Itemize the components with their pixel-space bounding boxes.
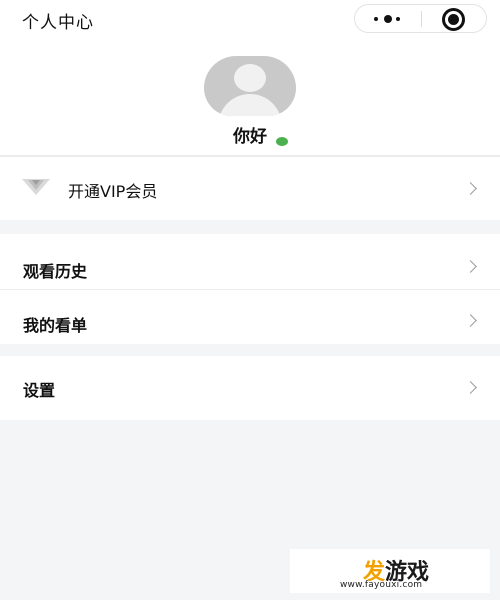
user-nickname: 你好 <box>233 127 267 147</box>
my-watchlist-label: 我的看单 <box>23 316 88 335</box>
watermark-url: www.fayouxi.com <box>340 580 423 590</box>
settings-group: 设置 <box>0 356 500 420</box>
chevron-right-icon <box>464 260 477 273</box>
site-watermark: 发游戏 www.fayouxi.com <box>290 549 490 593</box>
more-button[interactable] <box>355 5 421 32</box>
page-title: 个人中心 <box>22 13 94 33</box>
vip-membership-row[interactable]: 开通VIP会员 <box>0 157 500 220</box>
settings-label: 设置 <box>23 381 56 400</box>
my-watchlist-row[interactable]: 我的看单 <box>0 290 500 344</box>
top-navigation-bar: 个人中心 <box>0 0 500 38</box>
watch-history-row[interactable]: 观看历史 <box>0 234 500 289</box>
profile-card: 你好 <box>0 38 500 156</box>
mini-program-capsule <box>354 4 487 33</box>
content-group: 观看历史 我的看单 <box>0 234 500 344</box>
avatar[interactable] <box>204 56 296 116</box>
close-button[interactable] <box>422 5 486 32</box>
chevron-right-icon <box>464 182 477 195</box>
vip-membership-label: 开通VIP会员 <box>68 182 158 201</box>
chevron-right-icon <box>464 314 477 327</box>
settings-row[interactable]: 设置 <box>0 356 500 420</box>
watch-history-label: 观看历史 <box>23 262 88 281</box>
vip-crown-icon <box>22 179 50 195</box>
vip-group: 开通VIP会员 <box>0 157 500 220</box>
chevron-right-icon <box>464 381 477 394</box>
